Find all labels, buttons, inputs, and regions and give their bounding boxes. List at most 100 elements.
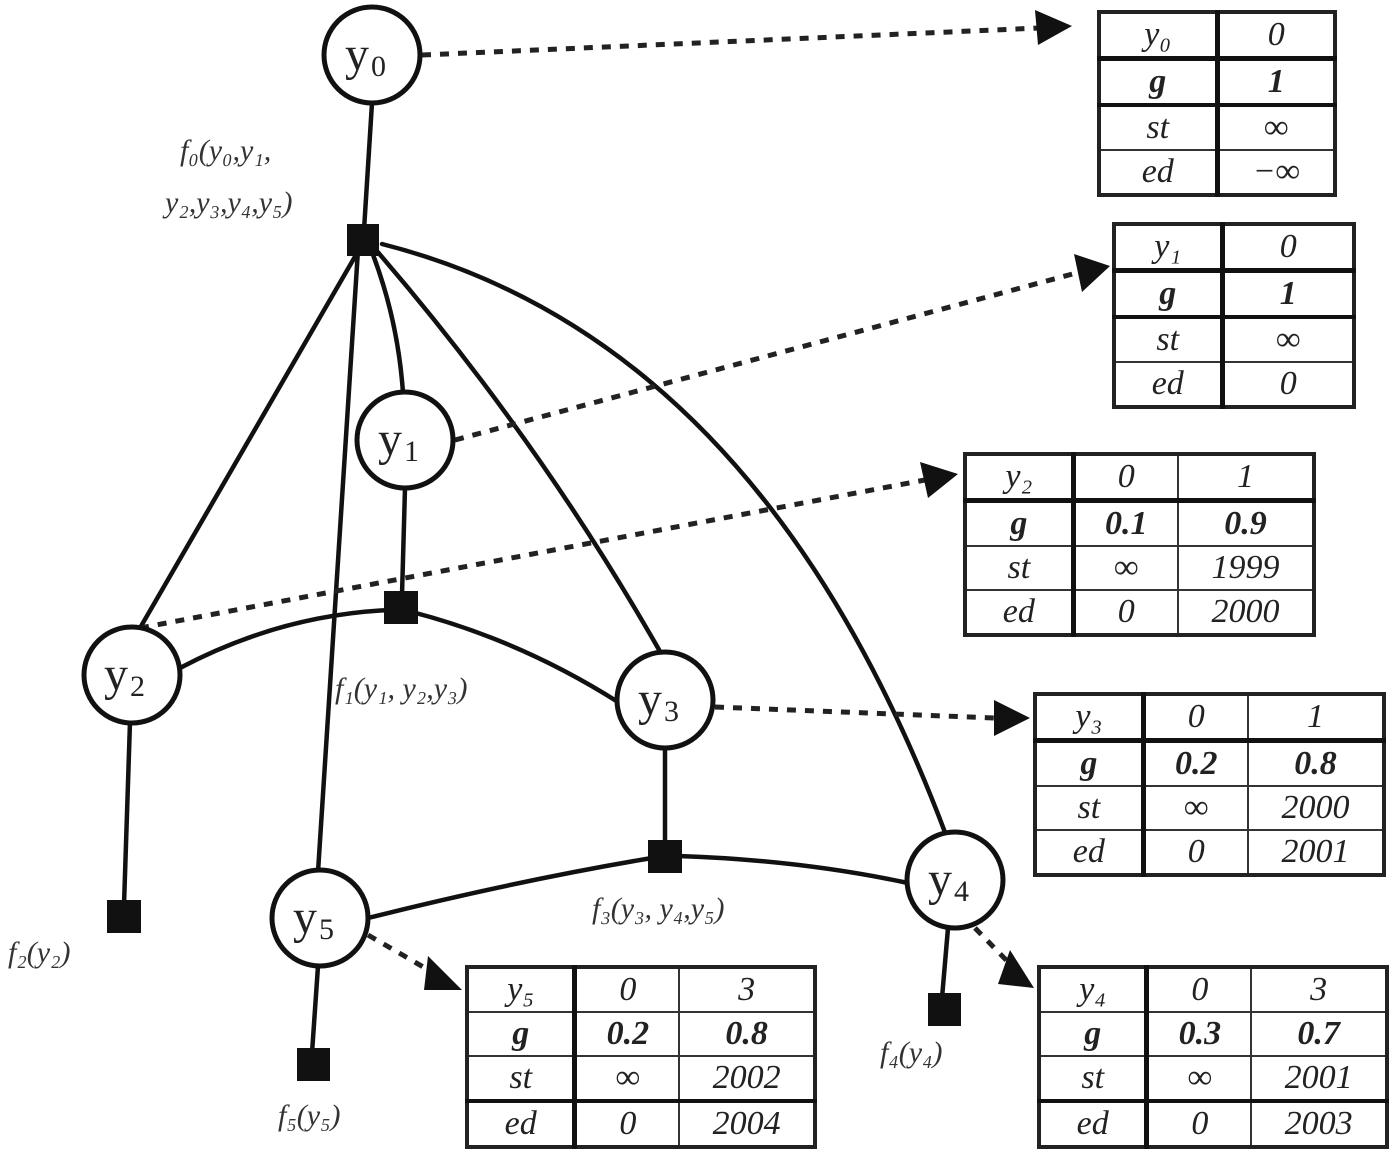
table-header-state: 3 xyxy=(1250,966,1388,1013)
cell-value: 0.9 xyxy=(1176,499,1316,547)
table-row-g: g 1 xyxy=(1098,57,1336,106)
cell-value: 0 xyxy=(573,1099,681,1148)
arrow-y1-table xyxy=(454,269,1081,443)
table-header-row: y₂ 0 1 xyxy=(963,453,1316,503)
factor-node-f0[interactable] xyxy=(347,224,379,256)
variable-node-y3[interactable]: y3 xyxy=(614,649,716,751)
cell-value: 0.3 xyxy=(1145,1011,1253,1057)
table-header-var: y₂ xyxy=(963,453,1076,503)
factor-label-f1: f₁(y₁, y₂,y₃) xyxy=(335,672,467,705)
edges xyxy=(121,100,951,1056)
factor-label-f0-line2: y₂,y₃,y₄,y₅) xyxy=(162,186,292,219)
cell-value: ∞ xyxy=(1221,315,1355,363)
cell-value: 1999 xyxy=(1176,545,1316,591)
table-header-var: y₅ xyxy=(466,966,578,1013)
edge-y4-f4 xyxy=(939,925,951,1001)
table-header-var: y₄ xyxy=(1038,966,1150,1013)
table-header-state: 0 xyxy=(1072,453,1179,503)
arrowhead-icon xyxy=(424,956,462,990)
table-y5: y₅ 0 3 g 0.2 0.8 st ∞ 2002 ed 0 2004 xyxy=(465,965,817,1149)
factor-node-f5[interactable] xyxy=(297,1048,330,1081)
variable-node-y5[interactable]: y5 xyxy=(269,867,371,969)
table-row-ed: ed 0 xyxy=(1113,361,1355,408)
row-label: st xyxy=(1033,785,1146,831)
table-row-g: g 1 xyxy=(1113,269,1355,318)
table-header-state: 3 xyxy=(678,966,816,1013)
edge-y1-f1 xyxy=(399,485,408,598)
row-label: ed xyxy=(1098,149,1220,196)
table-row-g: g 0.1 0.9 xyxy=(963,499,1316,547)
cell-value: ∞ xyxy=(1216,103,1336,151)
cell-value: ∞ xyxy=(573,1055,681,1102)
table-row-st: st ∞ xyxy=(1113,315,1355,363)
table-row-st: st ∞ 2002 xyxy=(466,1055,816,1102)
table-y0: y₀ 0 g 1 st ∞ ed −∞ xyxy=(1097,10,1337,197)
cell-value: 0.2 xyxy=(1142,739,1249,787)
edge-f3-y4 xyxy=(675,853,911,886)
row-label: st xyxy=(466,1055,578,1102)
table-row-ed: ed 0 2001 xyxy=(1033,829,1386,876)
edge-f0-y2 xyxy=(137,245,363,631)
variable-node-y4[interactable]: y4 xyxy=(904,829,1006,931)
arrowhead-icon xyxy=(1035,10,1072,45)
factor-node-f2[interactable] xyxy=(107,900,141,933)
table-row-g: g 0.2 0.8 xyxy=(1033,739,1386,787)
edge-y2-f2 xyxy=(121,719,133,908)
table-header-var: y₃ xyxy=(1033,693,1146,743)
edge-y0-f0 xyxy=(361,100,375,233)
table-header-state: 1 xyxy=(1176,453,1316,503)
cell-value: 2000 xyxy=(1246,785,1386,831)
factor-label-f5: f₅(y₅) xyxy=(278,1099,341,1132)
row-label: st xyxy=(963,545,1076,591)
cell-value: 1 xyxy=(1216,57,1336,106)
arrowhead-icon xyxy=(1074,254,1110,292)
row-label: g xyxy=(466,1011,578,1057)
table-row-ed: ed 0 2000 xyxy=(963,589,1316,636)
table-header-state: 0 xyxy=(1216,11,1336,61)
variable-node-y1[interactable]: y1 xyxy=(354,389,456,491)
row-label: ed xyxy=(1038,1099,1150,1148)
variable-node-y0[interactable]: y0 xyxy=(321,4,423,106)
table-y1: y₁ 0 g 1 st ∞ ed 0 xyxy=(1112,222,1356,409)
table-header-row: y₃ 0 1 xyxy=(1033,693,1386,743)
table-row-st: st ∞ 2000 xyxy=(1033,785,1386,831)
edge-f1-y2 xyxy=(177,607,393,671)
cell-value: 0 xyxy=(1221,361,1355,408)
row-label: g xyxy=(1098,57,1220,106)
arrow-y0-table xyxy=(421,25,1041,58)
table-header-row: y₁ 0 xyxy=(1113,223,1355,273)
cell-value: ∞ xyxy=(1145,1055,1253,1102)
arrow-y3-table xyxy=(714,704,996,721)
cell-value: 0.8 xyxy=(678,1011,816,1057)
table-row-st: st ∞ 2001 xyxy=(1038,1055,1388,1102)
factor-label-f3: f₃(y₃, y₄,y₅) xyxy=(592,892,724,925)
table-header-state: 0 xyxy=(1142,693,1249,743)
row-label: g xyxy=(1113,269,1225,318)
factor-node-f4[interactable] xyxy=(928,993,961,1026)
factor-nodes xyxy=(107,224,961,1081)
table-y4: y₄ 0 3 g 0.3 0.7 st ∞ 2001 ed 0 2003 xyxy=(1037,965,1389,1149)
variable-node-y2[interactable]: y2 xyxy=(81,624,183,726)
table-header-row: y₄ 0 3 xyxy=(1038,966,1388,1013)
cell-value: 1 xyxy=(1221,269,1355,318)
cell-value: ∞ xyxy=(1072,545,1179,591)
table-row-ed: ed −∞ xyxy=(1098,149,1336,196)
table-header-row: y₅ 0 3 xyxy=(466,966,816,1013)
cell-value: 2002 xyxy=(678,1055,816,1102)
cell-value: 2003 xyxy=(1250,1099,1388,1148)
cell-value: 2000 xyxy=(1176,589,1316,636)
factor-label-f4: f₄(y₄) xyxy=(880,1036,943,1069)
cell-value: 2001 xyxy=(1250,1055,1388,1102)
table-header-var: y₁ xyxy=(1113,223,1225,273)
cell-value: 0 xyxy=(1072,589,1179,636)
cell-value: 0.8 xyxy=(1246,739,1386,787)
factor-node-f3[interactable] xyxy=(648,840,682,873)
factor-node-f1[interactable] xyxy=(384,591,418,624)
cell-value: 0.1 xyxy=(1072,499,1179,547)
edge-f0-y5 xyxy=(315,247,361,875)
arrowhead-icon xyxy=(920,462,958,498)
table-y2: y₂ 0 1 g 0.1 0.9 st ∞ 1999 ed 0 2000 xyxy=(963,452,1316,637)
table-header-row: y₀ 0 xyxy=(1098,11,1336,61)
table-row-g: g 0.2 0.8 xyxy=(466,1011,816,1057)
row-label: g xyxy=(963,499,1076,547)
